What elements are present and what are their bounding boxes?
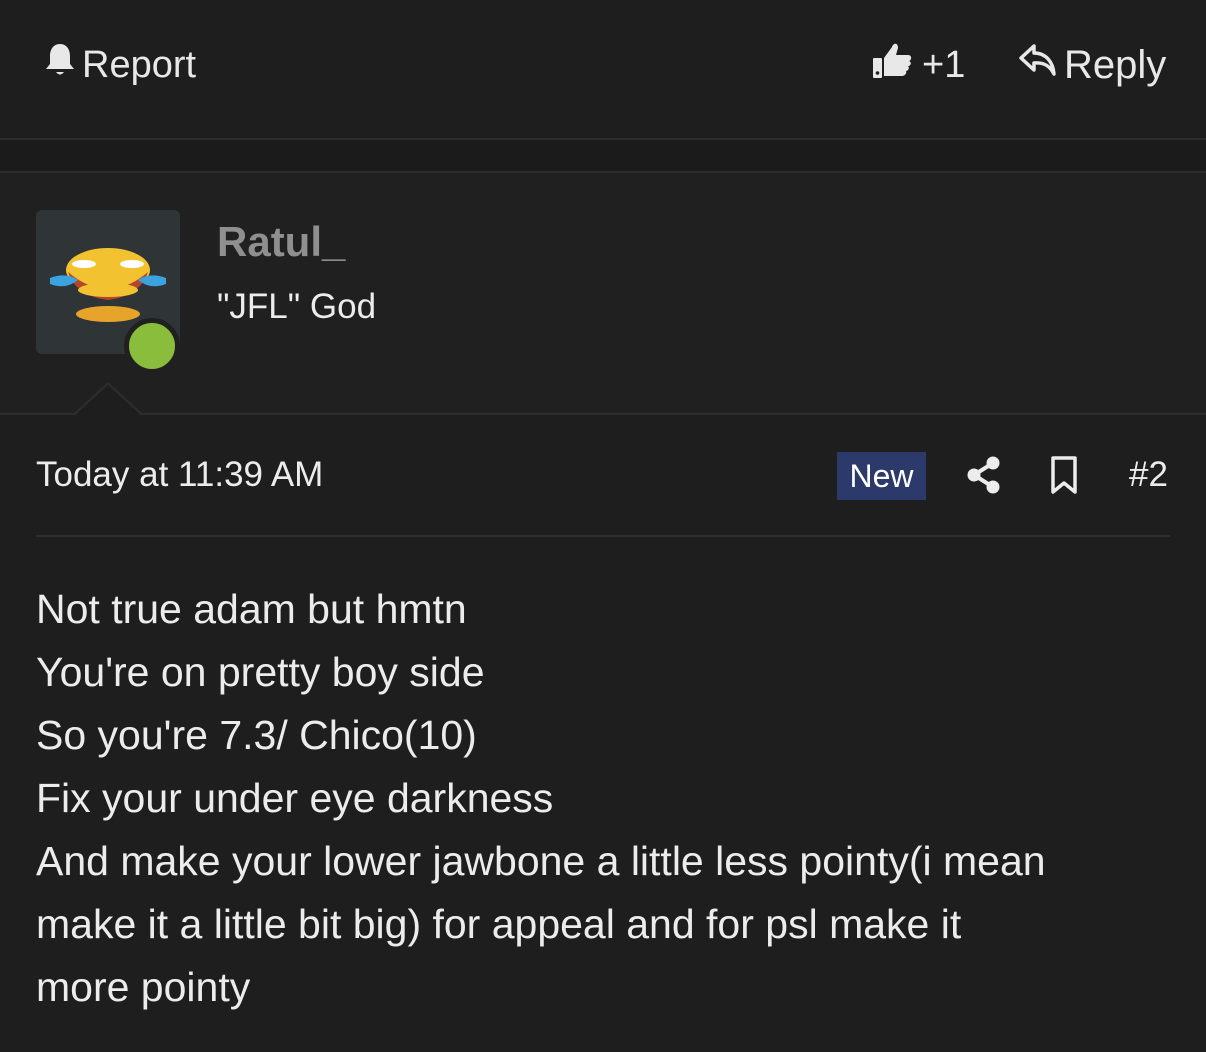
thumbs-up-icon	[870, 38, 914, 92]
post-body-line: more pointy	[36, 964, 251, 1010]
bookmark-button[interactable]	[1049, 455, 1079, 495]
online-status-indicator	[124, 318, 180, 374]
like-count: +1	[922, 43, 966, 86]
user-title: "JFL" God	[217, 287, 377, 326]
post-user-header: Ratul_ "JFL" God	[0, 173, 1206, 415]
bell-icon	[44, 42, 76, 88]
post-timestamp[interactable]: Today at 11:39 AM	[36, 455, 323, 495]
reply-button[interactable]: Reply	[1018, 40, 1166, 90]
post-body-line: Not true adam but hmtn	[36, 586, 467, 632]
report-button[interactable]: Report	[44, 40, 196, 90]
post-body-line: And make your lower jawbone a little les…	[36, 838, 1046, 884]
header-pointer-fill	[74, 385, 142, 416]
post-body-line: Fix your under eye darkness	[36, 775, 554, 821]
new-badge: New	[837, 452, 926, 500]
like-button[interactable]: +1	[870, 40, 965, 90]
post-body-line: So you're 7.3/ Chico(10)	[36, 712, 477, 758]
username[interactable]: Ratul_	[217, 218, 345, 266]
share-icon	[967, 456, 1000, 494]
report-label: Report	[82, 43, 197, 86]
bookmark-icon	[1051, 456, 1077, 494]
post-body-line: make it a little bit big) for appeal and…	[36, 901, 962, 947]
share-button[interactable]	[966, 455, 1002, 495]
post-number-link[interactable]: #2	[1129, 455, 1168, 495]
previous-post-footer: Report +1 Reply	[0, 0, 1206, 140]
reply-label: Reply	[1064, 42, 1167, 87]
post-body-line: You're on pretty boy side	[36, 649, 485, 695]
post-separator	[0, 140, 1206, 173]
post-body: Not true adam but hmtn You're on pretty …	[36, 578, 1176, 1019]
divider	[36, 535, 1170, 537]
post-meta-bar: Today at 11:39 AM New #2	[0, 415, 1206, 537]
forum-thread-page: Report +1 Reply Ratul_ "JFL" God Today a…	[0, 0, 1206, 1052]
reply-arrow-icon	[1018, 42, 1058, 88]
